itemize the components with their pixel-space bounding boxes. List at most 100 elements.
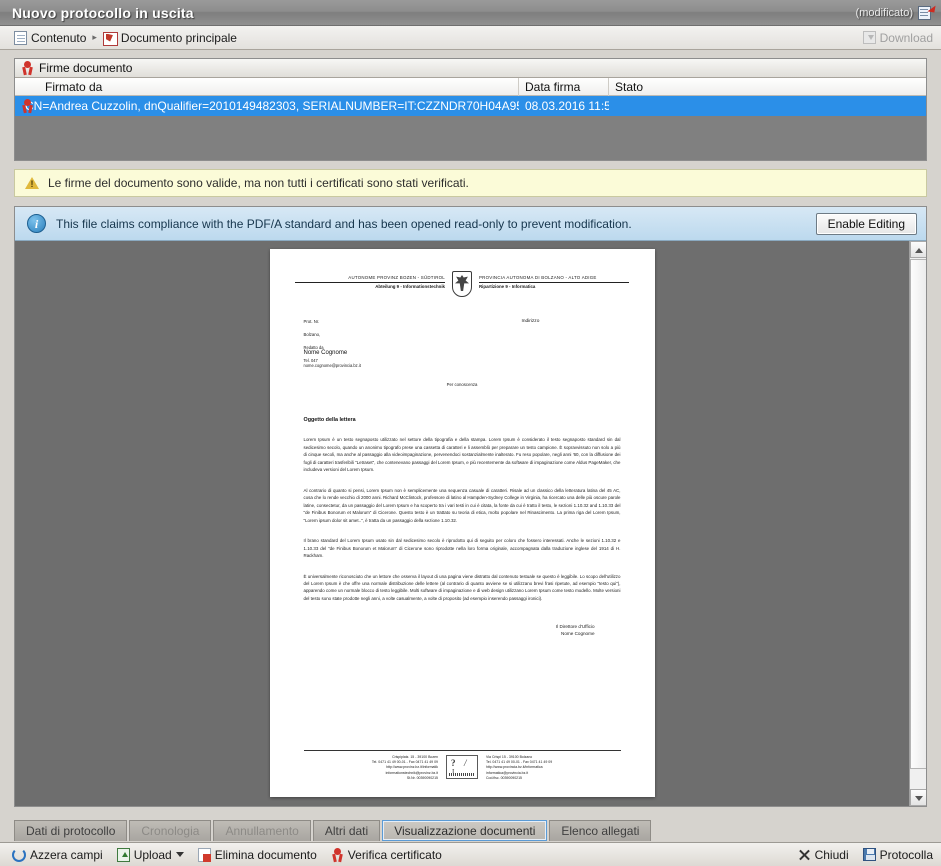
upload-icon [116, 847, 130, 862]
protocolla-button[interactable]: Protocolla [862, 847, 933, 862]
tab-strip: Dati di protocollo Cronologia Annullamen… [14, 818, 927, 841]
elimina-documento-button[interactable]: Elimina documento [197, 847, 317, 862]
document-icon [14, 30, 27, 45]
tab-elenco-allegati[interactable]: Elenco allegati [549, 820, 652, 841]
letter-paragraph: Lorem Ipsum è un testo segnaposto utiliz… [303, 437, 621, 473]
download-label: Download [879, 30, 933, 45]
field-per-conoscenza: Per conoscenza [446, 382, 478, 388]
azzera-campi-label: Azzera campi [30, 847, 103, 862]
field-city: Bolzano, [303, 332, 321, 337]
upload-button[interactable]: Upload [116, 847, 184, 862]
pdf-vertical-scrollbar[interactable] [909, 241, 926, 806]
download-icon [862, 31, 876, 44]
verifica-certificato-label: Verifica certificato [347, 847, 442, 862]
column-header-firmato-da[interactable]: Firmato da [15, 77, 519, 96]
scrollbar-thumb[interactable] [910, 259, 926, 769]
pdf-page-area[interactable]: AUTONOME PROVINZ BOZEN - SÜDTIROL Abteil… [15, 241, 909, 806]
bottom-toolbar: Azzera campi Upload Elimina documento Ve… [0, 842, 941, 866]
letter-top-fields: Prot. Nr. Bolzano, Redatto da Nome Cogno… [304, 319, 621, 368]
quality-seal-icon: ? / I [446, 754, 478, 779]
azzera-campi-button[interactable]: Azzera campi [12, 847, 103, 862]
table-row[interactable]: CN=Andrea Cuzzolin, dnQualifier=20101494… [15, 96, 926, 116]
verifica-certificato-button[interactable]: Verifica certificato [331, 847, 442, 862]
letterhead-german-org: AUTONOME PROVINZ BOZEN - SÜDTIROL [348, 275, 445, 280]
warning-icon [25, 176, 39, 190]
elimina-documento-label: Elimina documento [214, 847, 317, 862]
eagle-crest-icon [449, 271, 475, 305]
letter-subject: Oggetto della lettera [303, 417, 356, 424]
letter-closing: Il Direttore d'Ufficio Nome Cognome [304, 624, 621, 637]
enable-editing-button[interactable]: Enable Editing [815, 212, 917, 235]
field-redatto-mail: nome.cognome@provincia.bz.it [303, 363, 361, 369]
letterhead-italian: PROVINCIA AUTONOMA DI BOLZANO - ALTO ADI… [479, 275, 629, 289]
signature-warning-bar: Le firme del documento sono valide, ma n… [14, 169, 927, 197]
signature-signed-by-cell: CN=Andrea Cuzzolin, dnQualifier=20101494… [15, 96, 519, 116]
signature-list-empty-area [15, 116, 926, 160]
column-header-stato[interactable]: Stato [609, 78, 926, 96]
scroll-down-button[interactable] [910, 789, 926, 806]
chiudi-button[interactable]: Chiudi [798, 848, 849, 862]
signature-panel-header: Firme documento [15, 59, 926, 78]
breadcrumb-label-documento-principale: Documento principale [120, 30, 237, 45]
tab-visualizzazione-documenti[interactable]: Visualizzazione documenti [382, 820, 548, 841]
pdf-icon [102, 31, 118, 46]
letter-paragraph: È universalmente riconosciuto che un let… [303, 573, 621, 601]
tab-annullamento: Annullamento [213, 820, 311, 841]
footer-line: St.Nr. 00390090215 [406, 775, 438, 780]
close-x-icon [798, 848, 811, 861]
signature-seal-icon [21, 61, 34, 76]
signature-panel-title: Firme documento [39, 61, 133, 75]
field-address: Indirizzo [521, 319, 540, 324]
tab-dati-di-protocollo[interactable]: Dati di protocollo [14, 820, 128, 841]
chevron-down-icon[interactable] [175, 852, 184, 857]
signature-warning-text: Le firme del documento sono valide, ma n… [48, 176, 469, 190]
signature-table-header: Firmato da Data firma Stato [15, 77, 926, 96]
window-title-bar: Nuovo protocollo in uscita (modificato) [0, 0, 941, 26]
footer-line: Cod.fisc. 00390090215 [486, 775, 522, 780]
letterhead-rule-left [295, 281, 445, 283]
signature-date-cell: 08.03.2016 11:52 [525, 99, 609, 113]
pdf-page: AUTONOME PROVINZ BOZEN - SÜDTIROL Abteil… [269, 249, 655, 797]
letter-left-fields: Prot. Nr. Bolzano, Redatto da Nome Cogno… [304, 319, 414, 368]
edit-document-icon[interactable] [918, 3, 936, 21]
letterhead-italian-org: PROVINCIA AUTONOMA DI BOLZANO - ALTO ADI… [479, 275, 597, 280]
bottom-toolbar-right: Chiudi Protocolla [798, 848, 933, 862]
field-prot-nr: Prot. Nr. [303, 319, 320, 324]
page-title: Nuovo protocollo in uscita [12, 4, 194, 21]
title-bar-right: (modificato) [855, 3, 936, 21]
signature-signed-by-text: CN=Andrea Cuzzolin, dnQualifier=20101494… [25, 99, 519, 113]
letterhead: AUTONOME PROVINZ BOZEN - SÜDTIROL Abteil… [270, 249, 655, 305]
modified-flag: (modificato) [855, 6, 913, 19]
letterhead-german-dept: Abteilung 9 - Informationstechnik [375, 284, 445, 289]
field-redatto-block: Redatto da Nome Cognome Tel. 047 nome.co… [304, 345, 414, 368]
upload-label: Upload [133, 847, 172, 862]
tab-altri-dati[interactable]: Altri dati [312, 820, 381, 841]
breadcrumb-label-contenuto: Contenuto [31, 30, 87, 45]
protocolla-label: Protocolla [879, 847, 933, 862]
letter-paragraph: Il brano standard del Lorem Ipsum usato … [303, 538, 621, 559]
letter-footer-italian: Via Crispi 15 - 39100 Bolzano Tel. 0471 … [486, 755, 621, 781]
letter-paragraph: Al contrario di quanto si pensi, Lorem I… [303, 487, 621, 523]
letterhead-german: AUTONOME PROVINZ BOZEN - SÜDTIROL Abteil… [295, 275, 445, 289]
pdfa-notice-bar: i This file claims compliance with the P… [15, 207, 926, 241]
tab-cronologia: Cronologia [129, 820, 212, 841]
download-button: Download [862, 30, 933, 45]
letter-body: Prot. Nr. Bolzano, Redatto da Nome Cogno… [270, 319, 655, 638]
breadcrumb-item-contenuto[interactable]: Contenuto [14, 30, 87, 45]
delete-document-icon [197, 847, 211, 862]
signature-state-cell [609, 96, 615, 116]
info-icon: i [27, 214, 46, 233]
breadcrumb: Contenuto ▸ Documento principale Downloa… [0, 26, 941, 50]
certificate-icon [331, 847, 344, 862]
pdfa-notice-text: This file claims compliance with the PDF… [56, 216, 632, 231]
column-header-data-firma[interactable]: Data firma [519, 77, 609, 96]
save-icon [862, 848, 876, 861]
pdf-viewer: i This file claims compliance with the P… [14, 206, 927, 807]
letterhead-italian-dept: Ripartizione 9 - Informatica [479, 284, 536, 289]
scroll-up-button[interactable] [910, 241, 926, 258]
letter-closing-name: Nome Cognome [561, 631, 595, 637]
letterhead-rule-right [479, 281, 629, 283]
breadcrumb-separator: ▸ [92, 32, 97, 42]
breadcrumb-item-documento-principale[interactable]: Documento principale [102, 30, 237, 46]
field-redatto-name: Nome Cognome [303, 350, 348, 357]
